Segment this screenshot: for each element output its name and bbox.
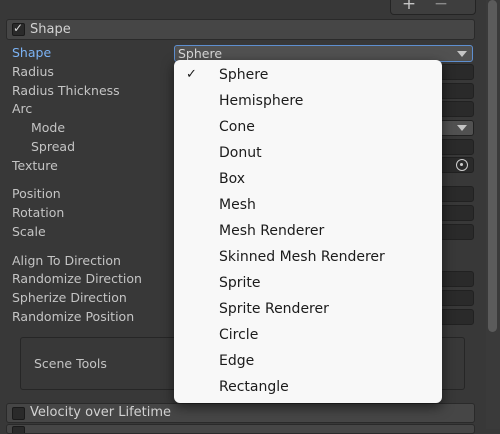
menu-item-label: Mesh [219,197,256,213]
scrollbar-thumb[interactable] [488,0,497,332]
shape-dropdown-menu: ✓ Sphere Hemisphere Cone Donut Box Mesh … [174,60,442,403]
randomize-position-field[interactable] [440,309,474,325]
menu-item-label: Rectangle [219,379,289,395]
radius-field[interactable] [440,64,474,80]
arc-field[interactable] [440,101,474,117]
menu-item-label: Cone [219,119,255,135]
menu-item-mesh-renderer[interactable]: Mesh Renderer [174,220,442,246]
texture-label: Texture [12,158,58,173]
randomize-position-label: Randomize Position [12,309,135,324]
menu-item-label: Skinned Mesh Renderer [219,249,385,265]
menu-item-label: Sphere [219,67,269,83]
menu-item-hemisphere[interactable]: Hemisphere [174,90,442,116]
shape-module-header[interactable]: Shape [6,19,475,40]
menu-item-label: Hemisphere [219,93,304,109]
menu-item-label: Donut [219,145,262,161]
menu-item-donut[interactable]: Donut [174,142,442,168]
velocity-enabled-checkbox[interactable] [12,407,25,420]
menu-item-label: Circle [219,327,259,343]
menu-item-sphere[interactable]: ✓ Sphere [174,64,442,90]
menu-item-sprite-renderer[interactable]: Sprite Renderer [174,298,442,324]
scale-label: Scale [12,224,46,239]
shape-dropdown-value: Sphere [178,46,223,61]
shape-label: Shape [12,45,52,60]
randomize-direction-label: Randomize Direction [12,271,142,286]
radius-thickness-label: Radius Thickness [12,83,120,98]
menu-item-edge[interactable]: Edge [174,350,442,376]
radius-label: Radius [12,64,54,79]
object-picker-icon[interactable] [456,159,468,171]
next-module-checkbox[interactable] [12,426,25,433]
position-field[interactable] [440,186,474,202]
menu-item-label: Sprite [219,275,261,291]
position-label: Position [12,186,61,201]
menu-item-label: Edge [219,353,255,369]
checkmark-icon: ✓ [186,67,197,82]
texture-field[interactable] [440,157,474,173]
randomize-direction-field[interactable] [440,271,474,287]
next-module-header[interactable] [6,424,475,434]
shape-enabled-checkbox[interactable] [12,21,25,36]
shape-module-title: Shape [30,22,71,37]
scale-field[interactable] [440,224,474,240]
menu-item-rectangle[interactable]: Rectangle [174,376,442,402]
chevron-down-icon [457,125,467,131]
menu-item-label: Sprite Renderer [219,301,329,317]
menu-item-mesh[interactable]: Mesh [174,194,442,220]
velocity-module-header[interactable]: Velocity over Lifetime [6,403,475,423]
spread-label: Spread [31,139,76,154]
menu-item-label: Mesh Renderer [219,223,325,239]
mode-dropdown[interactable] [440,120,474,136]
menu-item-cone[interactable]: Cone [174,116,442,142]
mode-label: Mode [31,120,66,135]
arc-label: Arc [12,101,33,116]
add-remove-box: + − [390,0,476,15]
radius-thickness-field[interactable] [440,83,474,99]
menu-item-skinned-mesh-renderer[interactable]: Skinned Mesh Renderer [174,246,442,272]
align-to-direction-label: Align To Direction [12,253,121,268]
scene-tools-label: Scene Tools [34,356,107,371]
rotation-label: Rotation [12,205,65,220]
spherize-direction-field[interactable] [440,290,474,306]
menu-item-sprite[interactable]: Sprite [174,272,442,298]
remove-button[interactable]: − [431,0,451,13]
spread-field[interactable] [440,139,474,155]
menu-item-label: Box [219,171,246,187]
velocity-module-title: Velocity over Lifetime [30,405,172,420]
rotation-field[interactable] [440,205,474,221]
spherize-direction-label: Spherize Direction [12,290,127,305]
menu-item-box[interactable]: Box [174,168,442,194]
chevron-down-icon [457,51,467,57]
add-button[interactable]: + [399,0,419,13]
menu-item-circle[interactable]: Circle [174,324,442,350]
